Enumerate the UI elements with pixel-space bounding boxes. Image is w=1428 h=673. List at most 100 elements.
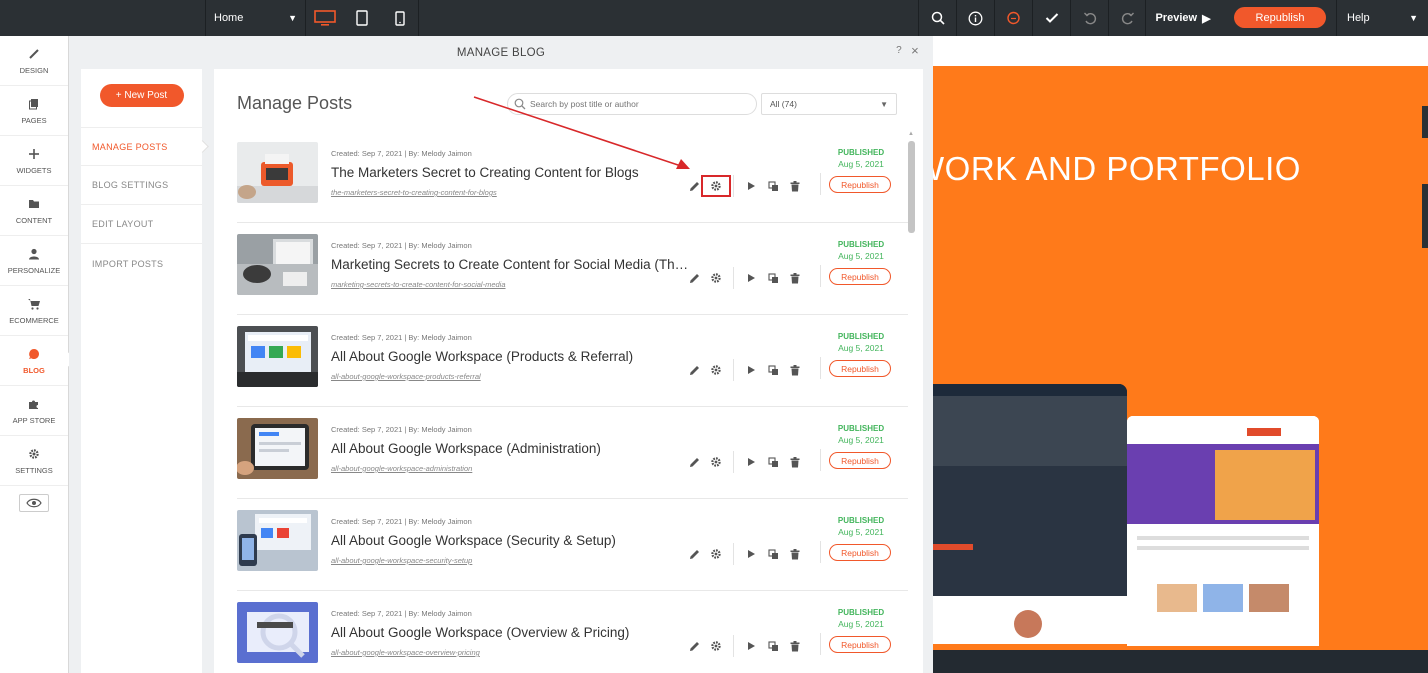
desktop-view-button[interactable] [305, 0, 343, 36]
post-thumbnail[interactable] [237, 142, 318, 203]
republish-button[interactable]: Republish [1234, 7, 1326, 28]
edit-button[interactable] [683, 636, 705, 656]
divider [820, 449, 821, 471]
redo-button[interactable] [1108, 0, 1146, 36]
republish-post-button[interactable]: Republish [829, 636, 891, 653]
preview-edge-tab[interactable] [1422, 184, 1428, 248]
post-title[interactable]: Marketing Secrets to Create Content for … [331, 257, 693, 272]
post-settings-button[interactable] [705, 360, 727, 380]
info-button[interactable] [956, 0, 994, 36]
post-settings-button[interactable] [705, 544, 727, 564]
duplicate-button[interactable] [762, 176, 784, 196]
post-slug[interactable]: the-marketers-secret-to-creating-content… [331, 188, 497, 197]
edit-button[interactable] [683, 268, 705, 288]
view-post-button[interactable] [740, 360, 762, 380]
post-settings-button[interactable] [705, 636, 727, 656]
post-slug[interactable]: marketing-secrets-to-create-content-for-… [331, 280, 506, 289]
post-thumbnail[interactable] [237, 234, 318, 295]
post-slug[interactable]: all-about-google-workspace-overview-pric… [331, 648, 480, 657]
post-settings-button[interactable] [701, 175, 731, 197]
rail-item-settings[interactable]: SETTINGS [0, 436, 68, 486]
rail-item-blog[interactable]: BLOG [0, 336, 68, 386]
duplicate-button[interactable] [762, 268, 784, 288]
post-title[interactable]: All About Google Workspace (Administrati… [331, 441, 693, 456]
view-post-button[interactable] [740, 268, 762, 288]
post-slug[interactable]: all-about-google-workspace-security-setu… [331, 556, 472, 565]
trash-icon [790, 180, 800, 191]
undo-button[interactable] [1070, 0, 1108, 36]
mobile-view-button[interactable] [381, 0, 419, 36]
help-dropdown[interactable]: Help ▼ [1336, 0, 1428, 36]
edit-button[interactable] [683, 360, 705, 380]
edit-button[interactable] [683, 544, 705, 564]
duplicate-button[interactable] [762, 360, 784, 380]
post-settings-button[interactable] [705, 452, 727, 472]
status-badge: PUBLISHED [837, 240, 885, 249]
rail-item-app-store[interactable]: APP STORE [0, 386, 68, 436]
subnav-item-blog-settings[interactable]: BLOG SETTINGS [81, 166, 202, 205]
post-title[interactable]: All About Google Workspace (Security & S… [331, 533, 693, 548]
tablet-view-button[interactable] [343, 0, 381, 36]
post-actions [683, 635, 806, 657]
post-thumbnail[interactable] [237, 326, 318, 387]
trash-icon [790, 548, 800, 559]
delete-button[interactable] [784, 268, 806, 288]
tablet-icon [356, 10, 368, 26]
publish-date: Aug 5, 2021 [838, 251, 884, 261]
visibility-toggle[interactable] [19, 494, 49, 512]
rail-item-ecommerce[interactable]: ECOMMERCE [0, 286, 68, 336]
close-icon[interactable]: × [911, 43, 919, 58]
delete-button[interactable] [784, 636, 806, 656]
preview-edge-tab[interactable] [1422, 106, 1428, 138]
post-title[interactable]: All About Google Workspace (Overview & P… [331, 625, 693, 640]
rail-item-design[interactable]: DESIGN [0, 36, 68, 86]
post-title[interactable]: All About Google Workspace (Products & R… [331, 349, 693, 364]
site-preview: WORK AND PORTFOLIO [933, 36, 1428, 673]
post-settings-button[interactable] [705, 268, 727, 288]
republish-post-button[interactable]: Republish [829, 360, 891, 377]
duplicate-button[interactable] [762, 452, 784, 472]
post-slug[interactable]: all-about-google-workspace-products-refe… [331, 372, 481, 381]
redo-icon [1121, 12, 1134, 25]
delete-button[interactable] [784, 452, 806, 472]
post-thumbnail[interactable] [237, 418, 318, 479]
view-post-button[interactable] [740, 636, 762, 656]
view-post-button[interactable] [740, 544, 762, 564]
rail-item-personalize[interactable]: PERSONALIZE [0, 236, 68, 286]
edit-button[interactable] [683, 452, 705, 472]
duplicate-button[interactable] [762, 544, 784, 564]
page-select-dropdown[interactable]: Home ▼ [205, 0, 305, 36]
new-post-button[interactable]: + New Post [99, 84, 184, 107]
scroll-up-icon[interactable]: ▲ [908, 131, 914, 137]
view-post-button[interactable] [740, 452, 762, 472]
help-icon[interactable]: ? [896, 45, 902, 56]
republish-post-button[interactable]: Republish [829, 176, 891, 193]
republish-post-button[interactable]: Republish [829, 452, 891, 469]
rail-item-content[interactable]: CONTENT [0, 186, 68, 236]
check-button[interactable] [1032, 0, 1070, 36]
scrollbar-thumb[interactable] [908, 141, 915, 233]
posts-scrollbar[interactable]: ▲ [908, 131, 915, 671]
subnav-item-edit-layout[interactable]: EDIT LAYOUT [81, 205, 202, 244]
rail-item-pages[interactable]: PAGES [0, 86, 68, 136]
subnav-item-import-posts[interactable]: IMPORT POSTS [81, 244, 202, 283]
post-row: Created: Sep 7, 2021 | By: Melody Jaimon… [237, 223, 908, 315]
post-thumbnail[interactable] [237, 602, 318, 663]
comments-button[interactable] [994, 0, 1032, 36]
delete-button[interactable] [784, 544, 806, 564]
rail-item-widgets[interactable]: WIDGETS [0, 136, 68, 186]
post-filter-select[interactable]: All (74) ▼ [761, 93, 897, 115]
republish-post-button[interactable]: Republish [829, 544, 891, 561]
search-tool-button[interactable] [918, 0, 956, 36]
preview-header-strip [933, 36, 1428, 66]
page-select-value: Home [214, 12, 244, 24]
preview-button[interactable]: Preview ▶ [1145, 0, 1220, 36]
duplicate-button[interactable] [762, 636, 784, 656]
delete-button[interactable] [784, 176, 806, 196]
subnav-item-manage-posts[interactable]: MANAGE POSTS [81, 127, 202, 166]
post-thumbnail[interactable] [237, 510, 318, 571]
view-post-button[interactable] [740, 176, 762, 196]
republish-post-button[interactable]: Republish [829, 268, 891, 285]
post-slug[interactable]: all-about-google-workspace-administratio… [331, 464, 472, 473]
delete-button[interactable] [784, 360, 806, 380]
